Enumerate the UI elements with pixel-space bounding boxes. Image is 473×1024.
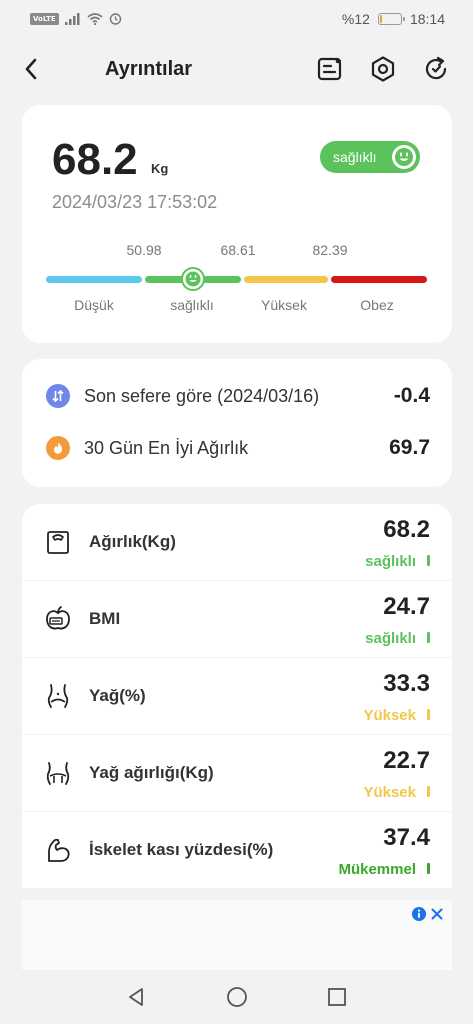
battery-percent: %12: [341, 11, 370, 27]
metric-value: 24.7: [383, 593, 430, 620]
metric-row-body-fat[interactable]: Yağ(%) 33.3 Yüksek: [22, 658, 452, 734]
status-left: VoLTE: [30, 12, 122, 25]
metric-status-indicator: [427, 555, 430, 566]
metric-value: 37.4: [383, 824, 430, 851]
muscle-icon: [48, 838, 70, 862]
ad-info-icon[interactable]: [411, 906, 427, 922]
metric-name: Yağ ağırlığı(Kg): [89, 763, 214, 782]
report-icon: [317, 57, 342, 81]
scale-segment-obese: [331, 276, 427, 283]
comparison-row-previous[interactable]: Son sefere göre (2024/03/16) -0.4: [22, 376, 452, 416]
comparison-card: Son sefere göre (2024/03/16) -0.4 30 Gün…: [22, 359, 452, 487]
nav-back-icon: [129, 988, 143, 1006]
volte-badge: VoLTE: [30, 12, 59, 25]
comparison-label: 30 Gün En İyi Ağırlık: [84, 438, 249, 458]
system-nav-bar: [0, 970, 473, 1024]
comparison-value: -0.4: [393, 384, 430, 407]
metric-value: 22.7: [383, 747, 430, 774]
threshold-label: 68.61: [220, 242, 256, 258]
body-fat-icon: [47, 684, 69, 708]
threshold-label: 82.39: [312, 242, 348, 258]
status-bar: VoLTE %12 18:14: [0, 0, 473, 38]
metric-status-indicator: [427, 632, 430, 643]
nav-home-button[interactable]: [224, 984, 250, 1010]
scale-icon: [47, 531, 69, 554]
weight-unit: Kg: [151, 161, 169, 176]
comparison-row-best[interactable]: 30 Gün En İyi Ağırlık 69.7: [22, 428, 452, 468]
back-button[interactable]: [16, 52, 46, 86]
ad-banner[interactable]: [22, 900, 452, 970]
scale-segment-high: [244, 276, 328, 283]
metric-status-indicator: [427, 786, 430, 797]
wifi-icon: [87, 12, 103, 25]
page-title: Ayrıntılar: [105, 58, 193, 80]
settings-hex-icon: [371, 56, 395, 82]
fat-weight-icon: [46, 762, 70, 785]
weight-value: 68.2: [52, 135, 138, 184]
metric-row-weight[interactable]: Ağırlık(Kg) 68.2 sağlıklı: [22, 504, 452, 580]
back-icon: [25, 58, 37, 80]
metric-name: Ağırlık(Kg): [89, 532, 176, 551]
metric-status: sağlıklı: [365, 553, 416, 570]
metric-name: Yağ(%): [89, 686, 146, 705]
metric-status: sağlıklı: [365, 630, 416, 647]
clock: 18:14: [409, 11, 445, 27]
weight-summary-card: 68.2 Kg sağlıklı 2024/03/23 17:53:02 50.…: [22, 105, 452, 343]
comparison-label: Son sefere göre (2024/03/16): [84, 386, 320, 406]
metric-name: İskelet kası yüzdesi(%): [89, 840, 274, 859]
ad-controls: [411, 906, 444, 922]
nav-home-icon: [227, 987, 247, 1007]
alarm-icon: [109, 13, 121, 25]
category-label-healthy: sağlıklı: [170, 297, 214, 313]
status-badge-label: sağlıklı: [333, 149, 377, 165]
metric-status-indicator: [427, 863, 430, 874]
metric-status: Yüksek: [363, 784, 416, 801]
comparison-value: 69.7: [389, 436, 430, 459]
metric-status-indicator: [427, 709, 430, 720]
metric-status: Mükemmel: [338, 861, 416, 878]
battery-level-fill: [379, 15, 382, 23]
metric-name: BMI: [89, 609, 121, 628]
refresh-icon: [425, 56, 447, 80]
category-label-high: Yüksek: [261, 297, 307, 313]
scale-marker-icon: [181, 267, 205, 291]
best-weight-icon: [46, 436, 70, 460]
status-right: %12 18:14: [342, 11, 445, 27]
nav-recents-icon: [328, 988, 346, 1006]
smile-face-icon: [392, 145, 416, 169]
scale-segment-low: [46, 276, 142, 283]
threshold-label: 50.98: [126, 242, 162, 258]
bmi-icon: [46, 606, 70, 630]
battery-icon: [377, 13, 405, 25]
metrics-list: Ağırlık(Kg) 68.2 sağlıklı BMI 24.7 sağlı…: [22, 504, 452, 888]
nav-back-button[interactable]: [123, 984, 149, 1010]
status-badge: sağlıklı: [320, 141, 420, 173]
metric-status: Yüksek: [363, 707, 416, 724]
settings-button[interactable]: [367, 53, 399, 85]
nav-recents-button[interactable]: [324, 984, 350, 1010]
ad-close-icon[interactable]: [430, 907, 444, 921]
signal-icon: [64, 12, 80, 25]
metric-value: 33.3: [383, 670, 430, 697]
metric-row-fat-weight[interactable]: Yağ ağırlığı(Kg) 22.7 Yüksek: [22, 735, 452, 811]
metric-value: 68.2: [383, 516, 430, 543]
compare-icon: [46, 384, 70, 408]
refresh-button[interactable]: [420, 53, 452, 85]
app-header: Ayrıntılar: [0, 44, 473, 94]
metric-row-bmi[interactable]: BMI 24.7 sağlıklı: [22, 581, 452, 657]
measurement-datetime: 2024/03/23 17:53:02: [52, 192, 218, 212]
metric-row-muscle[interactable]: İskelet kası yüzdesi(%) 37.4 Mükemmel: [22, 812, 452, 888]
category-label-low: Düşük: [74, 297, 114, 313]
category-label-obese: Obez: [360, 297, 394, 313]
report-button[interactable]: [314, 53, 346, 85]
